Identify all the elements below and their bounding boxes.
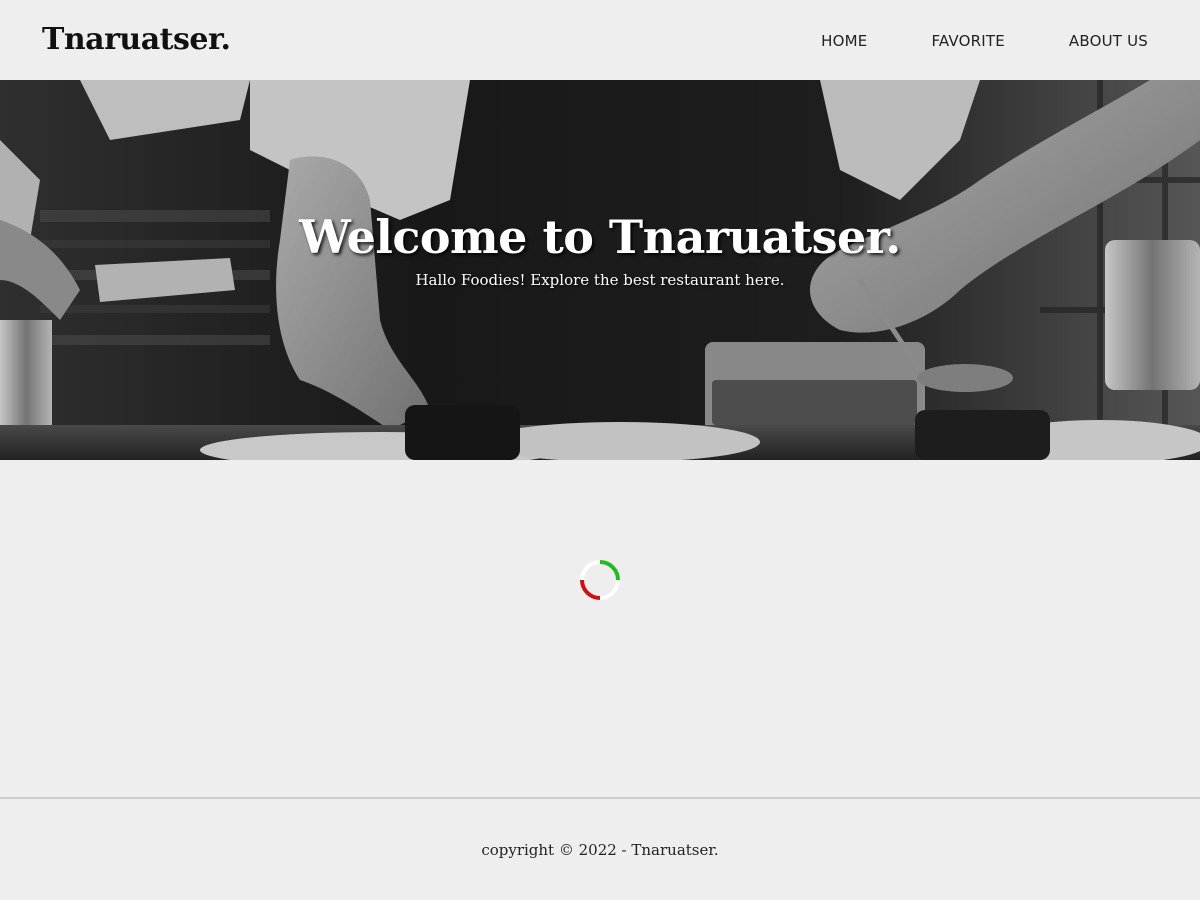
nav-item-home: HOME <box>821 31 867 50</box>
nav-link-favorite[interactable]: FAVORITE <box>931 32 1004 50</box>
nav-link-home[interactable]: HOME <box>821 32 867 50</box>
hero-subtitle: Hallo Foodies! Explore the best restaura… <box>415 270 785 289</box>
main-nav: HOME FAVORITE ABOUT US <box>757 31 1148 50</box>
hero-text: Welcome to Tnaruatser. Hallo Foodies! Ex… <box>0 212 1200 290</box>
hero-banner: Welcome to Tnaruatser. Hallo Foodies! Ex… <box>0 80 1200 460</box>
nav-item-about-us: ABOUT US <box>1069 31 1148 50</box>
nav-link-about-us[interactable]: ABOUT US <box>1069 32 1148 50</box>
nav-item-favorite: FAVORITE <box>931 31 1004 50</box>
brand-logo[interactable]: Tnaruatser. <box>42 25 231 55</box>
main-content <box>0 460 1200 798</box>
app-footer: copyright © 2022 - Tnaruatser. <box>0 797 1200 900</box>
copyright-text: copyright © 2022 - Tnaruatser. <box>481 840 719 859</box>
hero-title: Welcome to Tnaruatser. <box>299 210 901 264</box>
loading-spinner-icon <box>580 560 620 600</box>
app-header: Tnaruatser. HOME FAVORITE ABOUT US <box>0 0 1200 80</box>
